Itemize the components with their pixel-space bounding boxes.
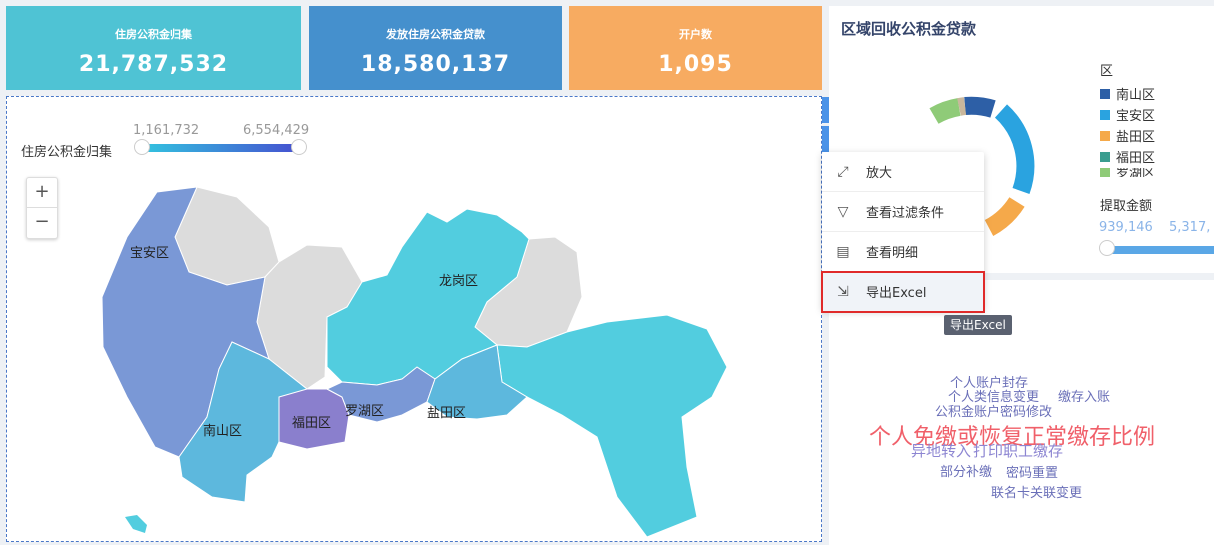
menu-item-detail[interactable]: ▤ 查看明细 (822, 232, 984, 272)
kpi-title: 住房公积金归集 (115, 28, 192, 41)
slider-max: 5,317, (1169, 220, 1211, 235)
word[interactable]: 联名卡关联变更 (991, 482, 1082, 501)
kpi-title: 开户数 (679, 28, 712, 41)
legend-item-yantian[interactable]: 盐田区 (1100, 126, 1155, 145)
kpi-title: 发放住房公积金贷款 (386, 28, 485, 41)
donut-slice-yantian[interactable] (984, 196, 1025, 236)
expand-icon: ⤢ (837, 163, 849, 180)
map-panel[interactable]: 住房公积金归集 1,161,732 6,554,429 + − 宝安区 龙岗区 … (6, 96, 822, 542)
filter-icon: ▽ (837, 203, 849, 220)
export-tooltip: 导出Excel (944, 315, 1012, 335)
shenzhen-map: 宝安区 龙岗区 南山区 福田区 罗湖区 盐田区 (101, 186, 728, 538)
legend-title: 区 (1100, 64, 1114, 79)
donut-slice-gray[interactable] (957, 97, 967, 116)
legend-item-luohu[interactable]: 罗湖区 (1100, 168, 1155, 177)
wordcloud-panel: 个人账户封存 个人类信息变更 缴存入账 公积金账户密码修改 个人免缴或恢复正常缴… (829, 280, 1214, 545)
legend-item-baoan[interactable]: 宝安区 (1100, 105, 1155, 124)
chart-dropdown-menu: ⤢ 放大 ▽ 查看过滤条件 ▤ 查看明细 ⇲ 导出Excel (821, 152, 985, 313)
map-label-baoan: 宝安区 (130, 246, 169, 261)
word[interactable]: 密码重置 (1006, 462, 1058, 481)
legend-item-nanshan[interactable]: 南山区 (1100, 84, 1155, 103)
map-label-futian: 福田区 (292, 416, 331, 431)
legend-item-futian[interactable]: 福田区 (1100, 147, 1155, 166)
slider-title: 提取金额 (1100, 199, 1153, 214)
donut-slice-luohu[interactable] (929, 98, 961, 124)
map-label-luohu: 罗湖区 (345, 404, 384, 419)
donut-slice-nanshan[interactable] (964, 96, 996, 118)
donut-slice-baoan[interactable] (994, 104, 1035, 195)
map-island (125, 515, 147, 533)
menu-item-export-excel[interactable]: ⇲ 导出Excel (821, 271, 985, 313)
kpi-card-loans: 发放住房公积金贷款 18,580,137 (309, 6, 562, 90)
word[interactable]: 部分补缴 (940, 461, 992, 480)
map-label-yantian: 盐田区 (427, 406, 466, 421)
slider-min: 939,146 (1099, 220, 1153, 235)
word[interactable]: 打印职工缴存 (973, 440, 1063, 461)
menu-item-zoom[interactable]: ⤢ 放大 (822, 152, 984, 192)
word[interactable]: 异地转入 (911, 440, 971, 461)
map-label-longgang: 龙岗区 (439, 274, 478, 289)
kpi-value: 1,095 (658, 52, 733, 77)
word[interactable]: 缴存入账 (1058, 386, 1110, 405)
slider-track[interactable] (1100, 246, 1214, 254)
map-region-dapeng[interactable] (496, 314, 728, 538)
export-icon: ⇲ (837, 283, 849, 300)
map-label-nanshan: 南山区 (203, 423, 242, 439)
kpi-value: 18,580,137 (360, 52, 511, 77)
kpi-card-accounts: 开户数 1,095 (569, 6, 822, 90)
detail-icon: ▤ (836, 243, 850, 260)
slider-handle[interactable] (1099, 240, 1115, 256)
word[interactable]: 公积金账户密码修改 (935, 401, 1052, 420)
kpi-value: 21,787,532 (78, 52, 229, 77)
kpi-card-collection: 住房公积金归集 21,787,532 (6, 6, 301, 90)
menu-item-filters[interactable]: ▽ 查看过滤条件 (822, 192, 984, 232)
